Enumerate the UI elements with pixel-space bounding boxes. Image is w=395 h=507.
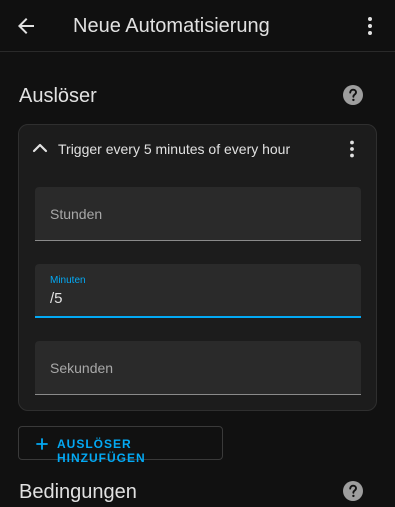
back-arrow-icon[interactable]: [14, 14, 38, 38]
page-title: Neue Automatisierung: [73, 15, 270, 37]
help-circle-icon[interactable]: [342, 480, 364, 502]
add-trigger-button[interactable]: AUSLÖSER HINZUFÜGEN: [18, 426, 223, 465]
trigger-card-title: Trigger every 5 minutes of every hour: [58, 141, 291, 157]
help-circle-icon[interactable]: [342, 84, 364, 106]
seconds-field-label: Sekunden: [50, 360, 114, 376]
more-vertical-icon[interactable]: [358, 14, 382, 38]
minutes-field[interactable]: Minuten /5: [35, 264, 361, 318]
more-vertical-icon[interactable]: [341, 138, 363, 160]
hours-field-label: Stunden: [50, 206, 103, 222]
seconds-field[interactable]: Sekunden: [35, 341, 361, 395]
conditions-heading: Bedingungen: [19, 481, 137, 503]
trigger-card-header[interactable]: Trigger every 5 minutes of every hour: [19, 125, 376, 173]
chevron-up-icon[interactable]: [29, 137, 51, 159]
plus-icon: [35, 437, 49, 451]
add-trigger-label: AUSLÖSER HINZUFÜGEN: [57, 437, 146, 465]
minutes-field-value: /5: [50, 290, 63, 307]
triggers-heading: Auslöser: [19, 85, 97, 107]
minutes-field-label: Minuten: [50, 275, 86, 286]
trigger-card: Trigger every 5 minutes of every hour St…: [18, 124, 377, 411]
hours-field[interactable]: Stunden: [35, 187, 361, 241]
app-bar: Neue Automatisierung: [0, 0, 395, 52]
